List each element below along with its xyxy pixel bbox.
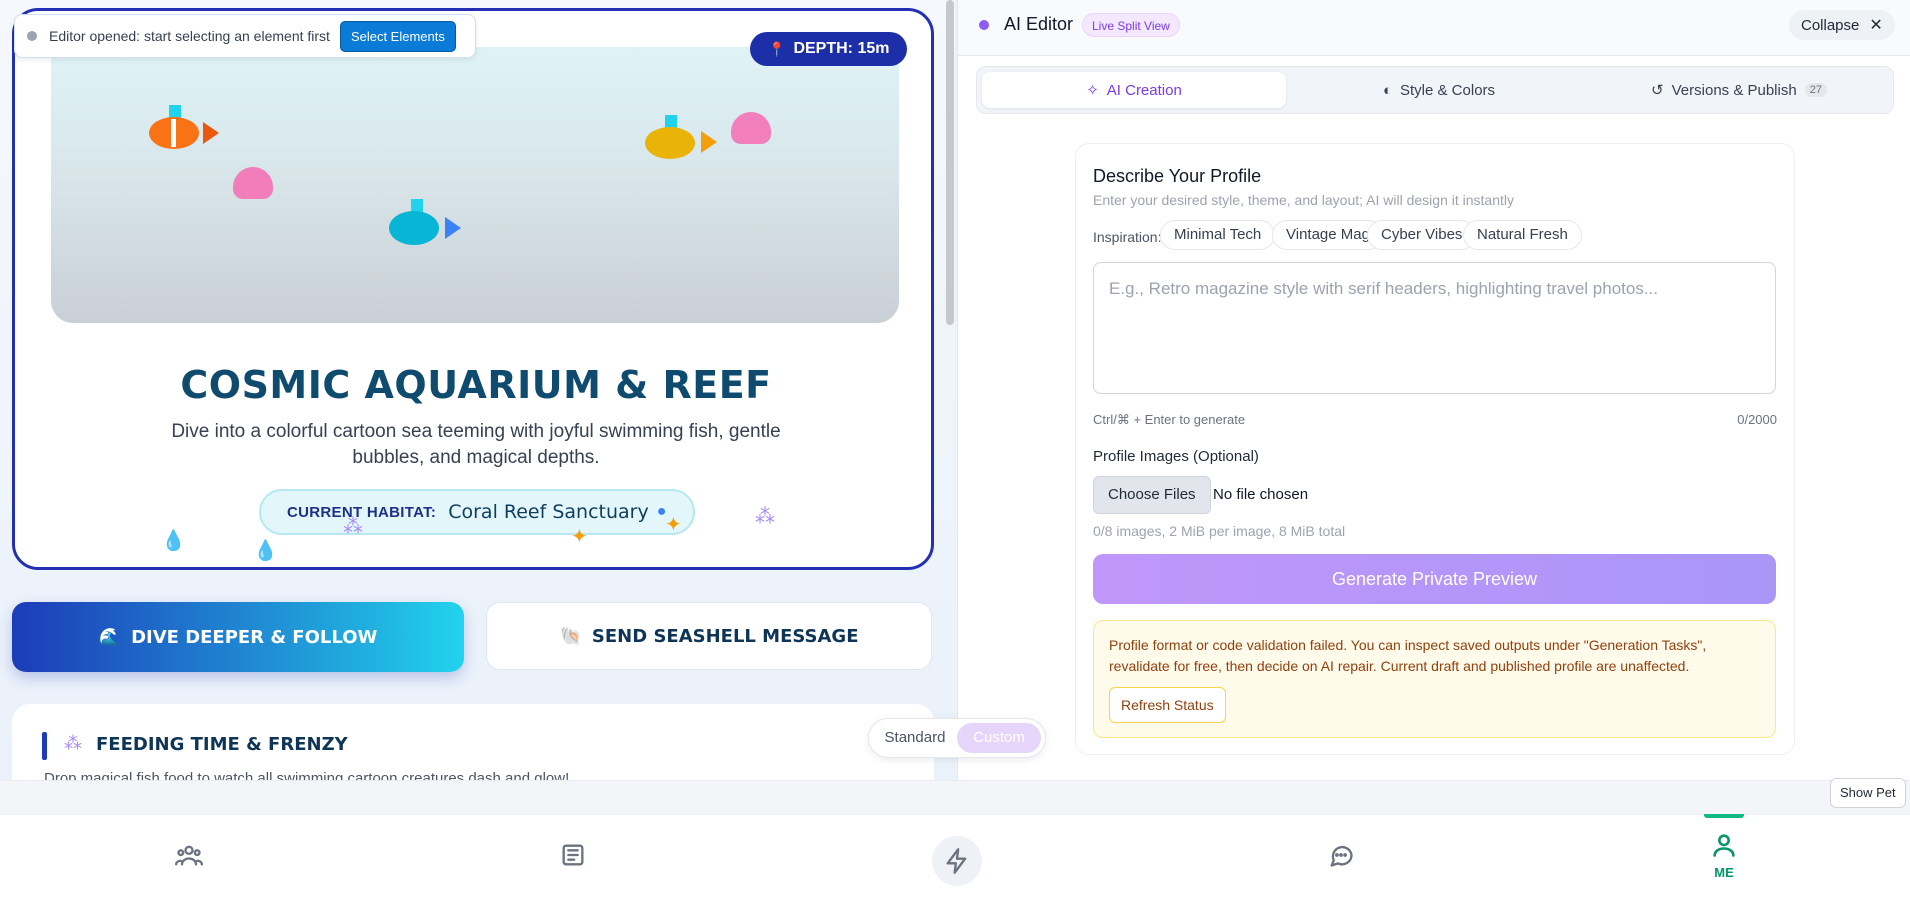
choose-files-button[interactable]: Choose Files xyxy=(1093,476,1211,514)
nav-messages[interactable] xyxy=(1311,825,1371,885)
tab-label: Style & Colors xyxy=(1400,81,1496,99)
nav-me-label: ME xyxy=(1714,864,1734,880)
water-drop-icon: 💧 xyxy=(253,540,278,562)
editor-title: AI Editor xyxy=(1004,14,1074,34)
chat-icon xyxy=(1330,845,1353,867)
editor-tabs: ✧ AI Creation ◐ Style & Colors ↺ Version… xyxy=(976,66,1894,114)
tab-label: AI Creation xyxy=(1106,81,1182,99)
bottom-strip xyxy=(0,780,1910,814)
send-message-button[interactable]: 🐚 SEND SEASHELL MESSAGE xyxy=(486,602,932,670)
tab-label: Versions & Publish xyxy=(1671,81,1797,99)
bubbles-icon: ⁂ xyxy=(343,516,363,538)
status-dot xyxy=(979,20,989,30)
nav-me[interactable]: ME xyxy=(1694,825,1754,885)
hero-title: COSMIC AQUARIUM & REEF xyxy=(180,363,772,407)
send-message-label: SEND SEASHELL MESSAGE xyxy=(591,625,859,647)
palette-icon: ◐ xyxy=(1382,81,1392,99)
chip-natural-fresh[interactable]: Natural Fresh xyxy=(1463,220,1582,250)
section-accent-bar xyxy=(42,732,47,760)
lightning-icon xyxy=(946,848,967,874)
hero-card: COSMIC AQUARIUM & REEF Dive into a color… xyxy=(12,8,934,570)
nav-community[interactable] xyxy=(159,825,219,885)
nav-quick-action[interactable] xyxy=(932,836,982,886)
depth-label: DEPTH: 15m xyxy=(793,40,890,57)
wave-icon: 🌊 xyxy=(98,626,122,648)
cyan-fish-illustration xyxy=(389,199,469,249)
profile-preview-pane: COSMIC AQUARIUM & REEF Dive into a color… xyxy=(0,0,955,780)
form-subtitle: Enter your desired style, theme, and lay… xyxy=(1093,192,1514,208)
aquarium-tank xyxy=(51,47,899,323)
community-icon xyxy=(175,845,203,866)
pin-icon: 📍 xyxy=(768,40,786,57)
yellow-fish-illustration xyxy=(645,115,725,161)
status-dot xyxy=(27,31,37,41)
profile-images-label: Profile Images (Optional) xyxy=(1093,448,1259,465)
water-drop-icon: 💧 xyxy=(161,530,186,552)
chip-minimal-tech[interactable]: Minimal Tech xyxy=(1160,220,1276,250)
ai-editor-panel: AI Editor Live Split View Collapse ✕ ✧ A… xyxy=(957,0,1910,780)
editor-hint-banner: Editor opened: start selecting an elemen… xyxy=(14,14,476,58)
collapse-button[interactable]: Collapse ✕ xyxy=(1789,10,1895,40)
banner-text: Editor opened: start selecting an elemen… xyxy=(49,28,330,44)
habitat-value: Coral Reef Sanctuary xyxy=(448,501,649,523)
no-file-text: No file chosen xyxy=(1213,486,1309,503)
describe-profile-card: Describe Your Profile Enter your desired… xyxy=(1075,143,1795,755)
feeding-section: ⁂ FEEDING TIME & FRENZY Drop magical fis… xyxy=(12,704,934,780)
sparkles-icon: ✧ xyxy=(1086,82,1099,99)
dive-follow-label: DIVE DEEPER & FOLLOW xyxy=(131,626,378,648)
user-icon xyxy=(1713,833,1735,857)
orange-fish-illustration xyxy=(149,105,229,153)
preview-scrollbar[interactable] xyxy=(946,0,954,325)
history-icon: ↺ xyxy=(1651,82,1664,99)
depth-badge: 📍 DEPTH: 15m xyxy=(750,32,908,66)
tab-versions-publish[interactable]: ↺ Versions & Publish 27 xyxy=(1587,72,1891,108)
chip-cyber-vibes[interactable]: Cyber Vibes xyxy=(1367,220,1477,250)
editor-header: AI Editor Live Split View Collapse ✕ xyxy=(958,0,1910,56)
bottom-nav: ME xyxy=(0,814,1910,898)
habitat-pill: CURRENT HABITAT: Coral Reef Sanctuary ● xyxy=(259,489,695,535)
versions-count-badge: 27 xyxy=(1804,83,1827,97)
live-split-badge: Live Split View xyxy=(1082,13,1180,37)
refresh-status-button[interactable]: Refresh Status xyxy=(1109,687,1226,723)
dive-follow-button[interactable]: 🌊 DIVE DEEPER & FOLLOW xyxy=(12,602,464,672)
char-count: 0/2000 xyxy=(1737,412,1777,427)
mode-custom-option[interactable]: Custom xyxy=(957,723,1041,753)
generate-preview-button[interactable]: Generate Private Preview xyxy=(1093,554,1776,604)
images-limit-hint: 0/8 images, 2 MiB per image, 8 MiB total xyxy=(1093,523,1346,539)
tab-ai-creation[interactable]: ✧ AI Creation xyxy=(982,72,1286,108)
jellyfish-illustration xyxy=(731,112,771,144)
warning-text: Profile format or code validation failed… xyxy=(1109,637,1707,674)
feeding-description: Drop magical fish food to watch all swim… xyxy=(44,770,570,780)
inspiration-label: Inspiration: xyxy=(1093,229,1162,245)
profile-prompt-input[interactable] xyxy=(1093,262,1776,394)
sparkle-icon: ✦ xyxy=(665,514,682,536)
form-title: Describe Your Profile xyxy=(1093,166,1262,186)
mode-standard-option[interactable]: Standard xyxy=(873,723,957,753)
collapse-label: Collapse xyxy=(1801,16,1860,34)
bubbles-icon: ⁂ xyxy=(64,733,82,753)
news-icon xyxy=(562,844,584,866)
validation-warning: Profile format or code validation failed… xyxy=(1093,620,1776,738)
shortcut-hint: Ctrl/⌘ + Enter to generate xyxy=(1093,412,1246,427)
jellyfish-illustration xyxy=(233,167,273,199)
tab-style-colors[interactable]: ◐ Style & Colors xyxy=(1287,72,1591,108)
show-pet-button[interactable]: Show Pet xyxy=(1830,778,1906,808)
select-elements-button[interactable]: Select Elements xyxy=(339,20,456,52)
active-nav-indicator xyxy=(1704,814,1744,818)
hero-description: Dive into a colorful cartoon sea teeming… xyxy=(171,421,781,468)
mode-toggle: Standard Custom xyxy=(868,718,1046,758)
feeding-title: FEEDING TIME & FRENZY xyxy=(96,734,348,755)
sparkle-icon: ✦ xyxy=(571,526,588,548)
close-icon: ✕ xyxy=(1869,17,1883,34)
bubbles-icon: ⁂ xyxy=(755,506,775,528)
seashell-icon: 🐚 xyxy=(559,625,582,647)
nav-news[interactable] xyxy=(543,825,603,885)
